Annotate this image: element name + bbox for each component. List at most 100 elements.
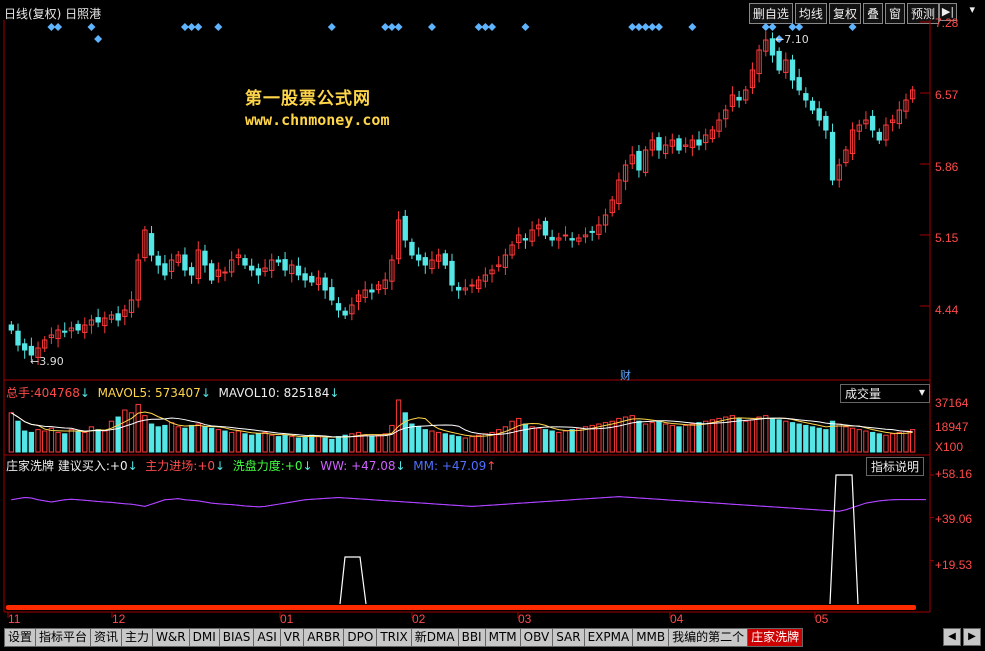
watermark-url: www.chnmoney.com bbox=[245, 111, 390, 129]
signal-diamond bbox=[87, 23, 96, 31]
volume-bar bbox=[188, 424, 195, 453]
tab-15[interactable]: OBV bbox=[519, 628, 554, 647]
candle-body bbox=[255, 268, 262, 276]
volume-select[interactable]: 成交量 ▾ bbox=[840, 384, 930, 403]
volume-bar bbox=[82, 431, 88, 453]
tab-10[interactable]: DPO bbox=[343, 628, 378, 647]
candle-body bbox=[335, 303, 342, 311]
tab-7[interactable]: ASI bbox=[253, 628, 281, 647]
volume-bar bbox=[442, 433, 448, 453]
signal-diamond bbox=[54, 23, 63, 31]
tab-17[interactable]: EXPMA bbox=[583, 628, 634, 647]
stock-chart bbox=[3, 20, 934, 618]
low-annotation: ←3.90 bbox=[30, 355, 64, 368]
volume-bar bbox=[889, 433, 896, 453]
volume-bar bbox=[342, 434, 348, 453]
volume-bar bbox=[883, 434, 889, 453]
tab-14[interactable]: MTM bbox=[484, 628, 521, 647]
tab-4[interactable]: W&R bbox=[152, 628, 190, 647]
tab-1[interactable]: 指标平台 bbox=[35, 628, 92, 647]
volume-bar bbox=[789, 422, 796, 453]
tab-8[interactable]: VR bbox=[279, 628, 305, 647]
volume-bar bbox=[15, 420, 21, 453]
signal-pulse bbox=[339, 556, 367, 605]
candle-body bbox=[309, 275, 315, 283]
volume-bar bbox=[542, 429, 549, 453]
tab-11[interactable]: TRIX bbox=[376, 628, 412, 647]
volume-bar bbox=[823, 429, 829, 453]
volume-bar bbox=[609, 420, 615, 453]
volume-bar bbox=[155, 426, 161, 453]
volume-bar bbox=[269, 434, 275, 453]
volume-bar bbox=[309, 434, 315, 453]
x-tick: 04 bbox=[670, 612, 684, 626]
candle-body bbox=[329, 287, 335, 301]
signal-diamond bbox=[94, 35, 103, 43]
volume-bar bbox=[335, 436, 342, 453]
base-bar bbox=[6, 605, 916, 610]
volume-bar bbox=[636, 420, 642, 453]
volume-bar bbox=[182, 427, 188, 453]
candle-body bbox=[542, 220, 549, 236]
volume-bar bbox=[576, 427, 582, 453]
tab-2[interactable]: 资讯 bbox=[90, 628, 123, 647]
finance-marker[interactable]: 财 bbox=[620, 367, 631, 383]
volume-bar bbox=[369, 436, 375, 453]
scroll-left-icon[interactable]: ◀ bbox=[943, 628, 961, 646]
indicator-tick: +39.06 bbox=[935, 512, 973, 526]
volume-bar bbox=[736, 417, 742, 453]
candle-body bbox=[803, 93, 809, 101]
signal-diamond bbox=[688, 23, 697, 31]
volume-bar bbox=[249, 434, 255, 453]
tab-12[interactable]: 新DMA bbox=[410, 628, 459, 647]
volume-bar bbox=[68, 429, 75, 453]
volume-bar bbox=[509, 420, 515, 453]
candle-body bbox=[823, 115, 829, 131]
indicator-help-button[interactable]: 指标说明 bbox=[866, 457, 925, 476]
volume-bar bbox=[529, 426, 535, 453]
volume-bar bbox=[469, 436, 475, 453]
volume-bar bbox=[476, 434, 482, 453]
scroll-right-icon[interactable]: ▶ bbox=[963, 628, 981, 646]
candle-body bbox=[402, 215, 408, 241]
tab-16[interactable]: SAR bbox=[552, 628, 585, 647]
candle-body bbox=[455, 286, 462, 291]
indicator-header: 庄家洗牌 建议买入:+0↓ 主力进场:+0↓ 洗盘力度:+0↓ WW: +47.… bbox=[6, 459, 497, 473]
volume-bar bbox=[302, 436, 308, 453]
tab-0[interactable]: 设置 bbox=[4, 628, 37, 647]
candle-body bbox=[202, 250, 208, 266]
watermark-title: 第一股票公式网 bbox=[245, 89, 371, 109]
tab-3[interactable]: 主力 bbox=[121, 628, 154, 647]
tab-6[interactable]: BIAS bbox=[218, 628, 255, 647]
volume-bar bbox=[549, 430, 555, 453]
volume-bar bbox=[282, 434, 288, 453]
candle-body bbox=[816, 108, 822, 121]
tab-5[interactable]: DMI bbox=[188, 628, 220, 647]
volume-bar bbox=[175, 426, 181, 453]
candle-body bbox=[208, 263, 215, 281]
tab-18[interactable]: MMB bbox=[632, 628, 670, 647]
volume-bar bbox=[662, 423, 669, 453]
candle-body bbox=[295, 265, 302, 276]
tab-20[interactable]: 庄家洗牌 bbox=[747, 628, 804, 647]
candle-body bbox=[409, 241, 415, 256]
volume-bar bbox=[556, 431, 562, 453]
tab-13[interactable]: BBI bbox=[457, 628, 486, 647]
candle-body bbox=[95, 317, 101, 323]
volume-bar bbox=[95, 429, 101, 453]
volume-bar bbox=[903, 430, 909, 453]
volume-bar bbox=[262, 431, 268, 453]
volume-tick: 37164 bbox=[935, 396, 969, 410]
volume-bar bbox=[429, 430, 435, 453]
volume-bar bbox=[228, 431, 235, 453]
candle-body bbox=[736, 96, 742, 101]
volume-bar bbox=[856, 429, 862, 453]
tab-19[interactable]: 我编的第二个 bbox=[668, 628, 749, 647]
volume-bar bbox=[656, 420, 662, 453]
tab-9[interactable]: ARBR bbox=[303, 628, 345, 647]
x-tick: 11 bbox=[8, 612, 21, 626]
volume-bar bbox=[536, 427, 542, 453]
volume-bar bbox=[763, 415, 769, 453]
volume-bar bbox=[749, 419, 756, 453]
volume-bar bbox=[102, 430, 108, 453]
